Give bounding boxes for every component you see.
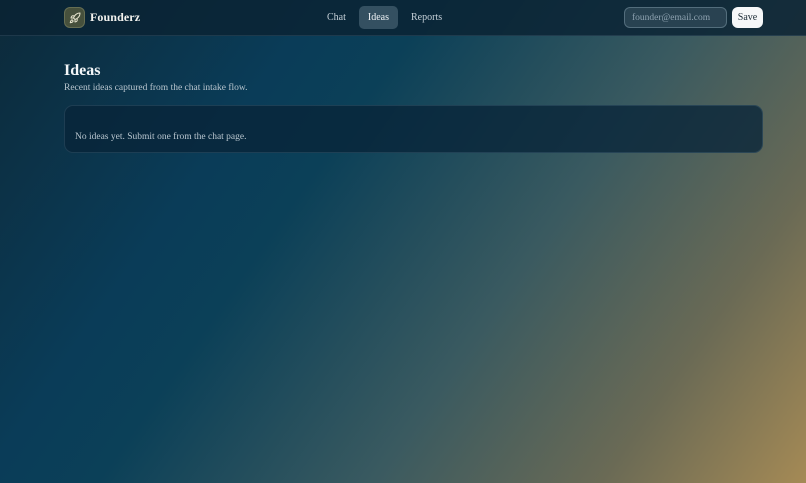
main-nav: Chat Ideas Reports bbox=[318, 6, 451, 29]
empty-state-message: No ideas yet. Submit one from the chat p… bbox=[75, 132, 247, 142]
rocket-icon bbox=[64, 7, 85, 28]
top-navigation-bar: Founderz Chat Ideas Reports Save bbox=[0, 0, 806, 36]
save-button[interactable]: Save bbox=[732, 7, 763, 28]
ideas-list-panel: No ideas yet. Submit one from the chat p… bbox=[64, 105, 763, 153]
nav-item-reports[interactable]: Reports bbox=[402, 6, 451, 29]
brand-name: Founderz bbox=[90, 10, 141, 24]
nav-item-chat[interactable]: Chat bbox=[318, 6, 355, 29]
page-title: Ideas bbox=[64, 62, 101, 79]
brand[interactable]: Founderz bbox=[64, 7, 140, 28]
page-subtitle: Recent ideas captured from the chat inta… bbox=[64, 83, 248, 93]
nav-item-ideas[interactable]: Ideas bbox=[358, 6, 398, 29]
email-input[interactable] bbox=[624, 7, 727, 28]
